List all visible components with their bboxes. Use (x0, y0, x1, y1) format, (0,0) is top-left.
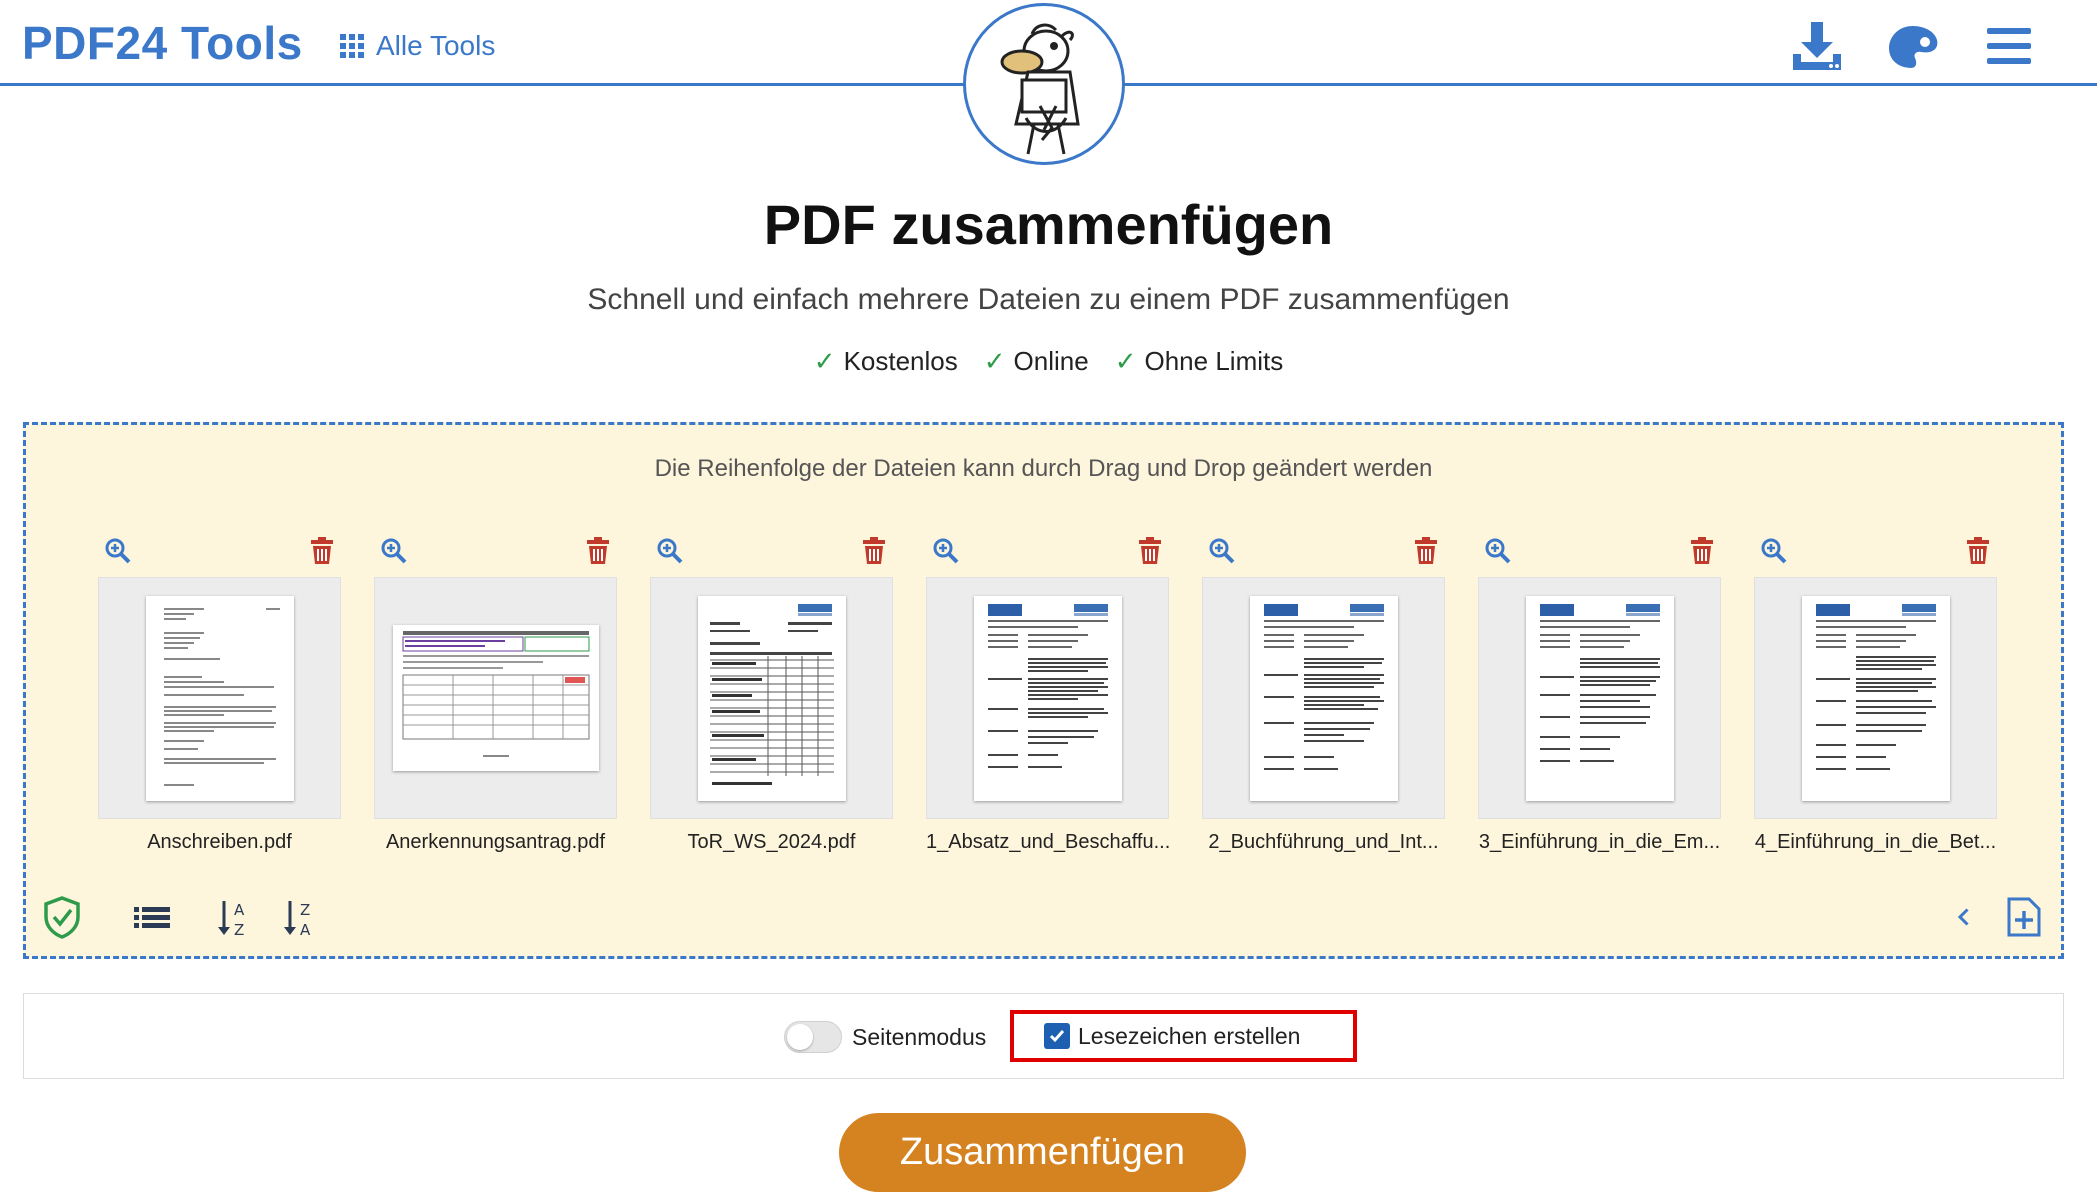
mascot-illustration (1000, 23, 1080, 155)
hamburger-menu-icon[interactable] (1981, 18, 2037, 74)
file-name: 2_Buchführung_und_Int... (1208, 831, 1439, 853)
merge-button[interactable]: Zusammenfügen (839, 1113, 1246, 1192)
file-list: Anschreiben.pdf Anerkennungsantrag.pdf T… (98, 533, 1997, 854)
file-thumbnail[interactable] (926, 577, 1169, 819)
check-icon: ✓ (813, 346, 836, 376)
file-thumbnail[interactable] (1478, 577, 1721, 819)
zoom-in-icon[interactable] (932, 537, 960, 565)
download-app-icon[interactable] (1789, 18, 1845, 74)
add-file-icon[interactable] (2003, 895, 2043, 939)
zoom-in-icon[interactable] (1484, 537, 1512, 565)
page-mode-toggle[interactable]: Seitenmodus (784, 1021, 986, 1053)
create-bookmarks-option[interactable]: Lesezeichen erstellen (1010, 1010, 1357, 1062)
chevron-left-icon[interactable] (1951, 895, 1981, 939)
trash-icon[interactable] (1413, 537, 1439, 565)
trash-icon[interactable] (1137, 537, 1163, 565)
page-subtitle: Schnell und einfach mehrere Dateien zu e… (587, 283, 1510, 316)
sort-a-z-icon[interactable]: A Z (216, 895, 256, 939)
file-thumbnail[interactable] (650, 577, 893, 819)
page-preview (392, 625, 599, 771)
file-drop-zone[interactable]: Die Reihenfolge der Dateien kann durch D… (23, 422, 2064, 959)
bookmarks-label: Lesezeichen erstellen (1078, 1022, 1301, 1049)
trash-icon[interactable] (1965, 537, 1991, 565)
merge-options-bar: Seitenmodus Lesezeichen erstellen (23, 993, 2064, 1079)
zoom-in-icon[interactable] (1208, 537, 1236, 565)
file-name: 3_Einführung_in_die_Em... (1478, 831, 1721, 853)
file-name: 1_Absatz_und_Beschaffu... (926, 831, 1169, 853)
reorder-hint: Die Reihenfolge der Dateien kann durch D… (654, 455, 1433, 482)
trash-icon[interactable] (309, 537, 335, 565)
all-tools-link[interactable]: Alle Tools (340, 30, 495, 62)
file-thumbnail[interactable] (1754, 577, 1997, 819)
page-preview (697, 595, 846, 801)
page-preview (973, 595, 1122, 801)
page-preview (1801, 595, 1950, 801)
trash-icon[interactable] (585, 537, 611, 565)
check-icon: ✓ (983, 346, 1006, 376)
zoom-in-icon[interactable] (1760, 537, 1788, 565)
file-card[interactable]: 4_Einführung_in_die_Bet... (1754, 533, 1997, 854)
bookmarks-checkbox[interactable] (1044, 1023, 1070, 1049)
all-tools-label: Alle Tools (376, 30, 496, 61)
checkmark-icon (1049, 1030, 1065, 1043)
file-card[interactable]: Anerkennungsantrag.pdf (374, 533, 617, 854)
svg-text:A: A (300, 921, 311, 939)
check-icon: ✓ (1114, 346, 1137, 376)
page-preview (145, 595, 294, 801)
zoom-in-icon[interactable] (656, 537, 684, 565)
file-card[interactable]: ToR_WS_2024.pdf (650, 533, 893, 854)
list-view-icon[interactable] (132, 895, 172, 939)
page-mode-label: Seitenmodus (852, 1023, 987, 1050)
file-thumbnail[interactable] (374, 577, 617, 819)
file-name: Anerkennungsantrag.pdf (385, 831, 606, 853)
svg-text:Z: Z (300, 901, 310, 919)
trash-icon[interactable] (1689, 537, 1715, 565)
svg-text:A: A (234, 901, 245, 919)
dropzone-tools-right (1951, 895, 2043, 939)
dropzone-tools-left: A Z Z A (42, 895, 322, 939)
shield-check-icon[interactable] (42, 895, 82, 939)
feature-list: ✓ Kostenlos ✓ Online ✓ Ohne Limits (0, 346, 2097, 377)
file-card[interactable]: 2_Buchführung_und_Int... (1202, 533, 1445, 854)
svg-text:Z: Z (234, 921, 244, 939)
trash-icon[interactable] (861, 537, 887, 565)
file-thumbnail[interactable] (1202, 577, 1445, 819)
page-preview (1525, 595, 1674, 801)
file-name: ToR_WS_2024.pdf (687, 831, 856, 853)
file-name: Anschreiben.pdf (147, 831, 292, 853)
page-title: PDF zusammenfügen (763, 193, 1334, 256)
sort-z-a-icon[interactable]: Z A (282, 895, 322, 939)
palette-icon[interactable] (1885, 18, 1941, 74)
feature-item: ✓ Ohne Limits (1114, 346, 1284, 376)
file-thumbnail[interactable] (98, 577, 341, 819)
file-name: 4_Einführung_in_die_Bet... (1754, 831, 1997, 853)
grid-icon (340, 34, 364, 58)
brand-logo-text[interactable]: PDF24 Tools (22, 16, 303, 70)
mascot-logo[interactable] (963, 3, 1125, 165)
feature-item: ✓ Kostenlos (813, 346, 958, 376)
page-preview (1249, 595, 1398, 801)
feature-item: ✓ Online (983, 346, 1089, 376)
zoom-in-icon[interactable] (380, 537, 408, 565)
file-card[interactable]: Anschreiben.pdf (98, 533, 341, 854)
file-card[interactable]: 3_Einführung_in_die_Em... (1478, 533, 1721, 854)
zoom-in-icon[interactable] (104, 537, 132, 565)
header-actions (1789, 18, 2037, 74)
toggle-switch[interactable] (784, 1021, 842, 1053)
file-card[interactable]: 1_Absatz_und_Beschaffu... (926, 533, 1169, 854)
toggle-knob (787, 1024, 813, 1050)
